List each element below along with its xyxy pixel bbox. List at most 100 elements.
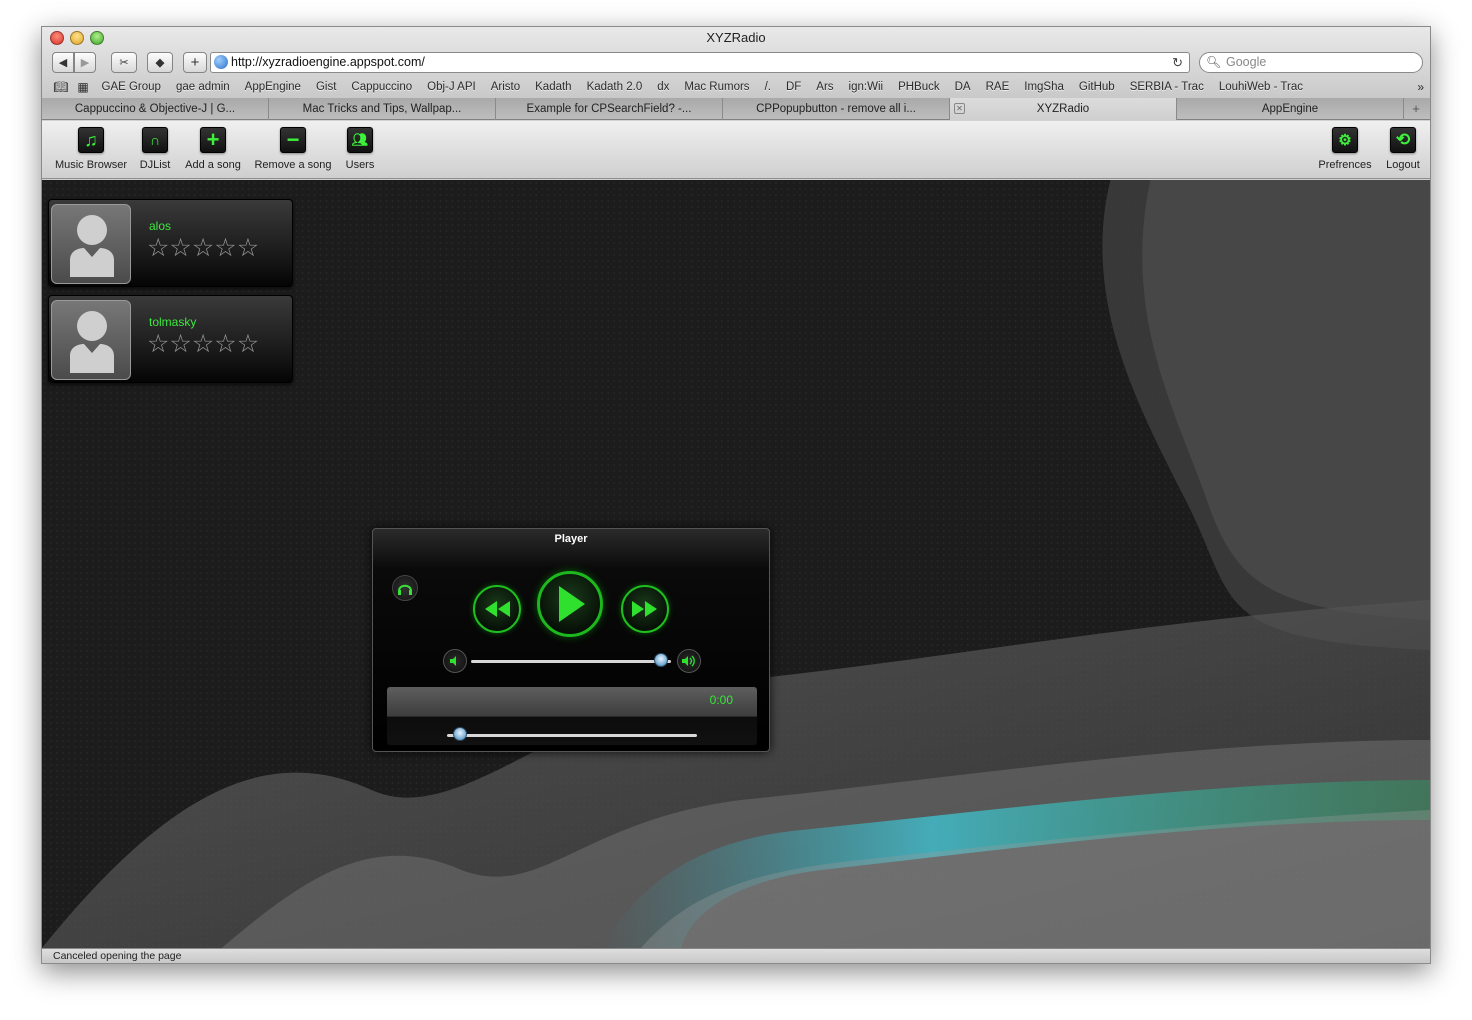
volume-down-button[interactable] — [443, 649, 467, 673]
browser-window: XYZRadio ◀ ▶ ✂ ◆ + http://xyzradioengine… — [41, 26, 1431, 964]
gears-icon: ⚙ — [1332, 127, 1358, 153]
tab-bar: Cappuccino & Objective-J | G... Mac Tric… — [42, 98, 1430, 120]
bookmark-item[interactable]: AppEngine — [237, 81, 308, 93]
app-toolbar: ♫ Music Browser ∩ DJList + Add a song − … — [42, 121, 1430, 179]
rewind-button[interactable] — [473, 585, 521, 633]
close-tab-icon[interactable]: ✕ — [954, 103, 965, 114]
tab-cpsearchfield[interactable]: Example for CPSearchField? -... — [496, 98, 723, 120]
search-field[interactable]: 🔍︎ Google — [1199, 52, 1423, 73]
avatar — [51, 204, 131, 284]
volume-up-button[interactable] — [677, 649, 701, 673]
bookmark-item[interactable]: dx — [650, 81, 677, 93]
bookmark-item[interactable]: Gist — [308, 81, 343, 93]
bookmark-item[interactable]: GAE Group — [94, 81, 168, 93]
reload-icon[interactable]: ↻ — [1172, 53, 1183, 72]
star-icon[interactable]: ☆ — [214, 330, 236, 358]
bookmark-item[interactable]: Ars — [809, 81, 841, 93]
speaker-high-icon — [682, 655, 695, 667]
tab-cppopupbutton[interactable]: CPPopupbutton - remove all i... — [723, 98, 950, 120]
djlist-button[interactable]: ∩ DJList — [138, 127, 172, 177]
bookmark-item[interactable]: PHBuck — [891, 81, 948, 93]
speaker-low-icon — [450, 656, 456, 666]
tab-mac-tricks[interactable]: Mac Tricks and Tips, Wallpap... — [269, 98, 496, 120]
preferences-button[interactable]: ⚙ Prefrences — [1317, 127, 1373, 177]
users-button[interactable]: 👥︎ Users — [343, 127, 377, 177]
djlist-label: DJList — [139, 159, 171, 171]
tab-label: Example for CPSearchField? -... — [526, 103, 692, 115]
bookmark-item[interactable]: SERBIA - Trac — [1122, 81, 1211, 93]
tab-label: AppEngine — [1261, 103, 1319, 115]
avatar — [51, 300, 131, 380]
star-rating[interactable]: ☆☆☆☆☆ — [147, 329, 259, 359]
bookmark-item[interactable]: GitHub — [1071, 81, 1122, 93]
users-icon: 👥︎ — [347, 127, 373, 153]
add-song-button[interactable]: + Add a song — [184, 127, 242, 177]
bookmark-item[interactable]: Kadath 2.0 — [579, 81, 650, 93]
address-bar[interactable]: http://xyzradioengine.appspot.com/ ↻ — [210, 52, 1190, 73]
forward-arrow-icon: ▶ — [80, 57, 90, 69]
star-icon[interactable]: ☆ — [169, 330, 191, 358]
bookmark-item[interactable]: Kadath — [528, 81, 579, 93]
bookmark-item[interactable]: DA — [947, 81, 978, 93]
music-browser-button[interactable]: ♫ Music Browser — [52, 127, 130, 177]
chevron-right-icon[interactable]: » — [1417, 80, 1424, 94]
user-card[interactable]: tolmasky ☆☆☆☆☆ — [48, 295, 293, 383]
seek-slider-knob[interactable] — [452, 727, 467, 741]
play-button[interactable] — [537, 571, 603, 637]
star-rating[interactable]: ☆☆☆☆☆ — [147, 233, 259, 263]
add-bookmark-button[interactable]: + — [183, 52, 207, 73]
tab-label: Cappuccino & Objective-J | G... — [74, 103, 236, 115]
window-title: XYZRadio — [706, 30, 766, 45]
back-button[interactable]: ◀ — [52, 52, 74, 73]
tab-appengine[interactable]: AppEngine — [1177, 98, 1404, 120]
star-icon[interactable]: ☆ — [147, 330, 169, 358]
bookmark-item[interactable]: DF — [778, 81, 808, 93]
star-icon[interactable]: ☆ — [237, 330, 259, 358]
bookmark-item[interactable]: LouhiWeb - Trac — [1211, 81, 1310, 93]
tab-label: XYZRadio — [1036, 103, 1090, 115]
tab-cappuccino[interactable]: Cappuccino & Objective-J | G... — [42, 98, 269, 120]
app-content: alos ☆☆☆☆☆ tolmasky ☆☆☆☆☆ Player 0:00 — [42, 180, 1430, 948]
bookmark-item[interactable]: Cappuccino — [344, 81, 420, 93]
headphones-icon — [398, 584, 412, 595]
evernote-button[interactable]: ◆ — [147, 52, 173, 73]
rewind-icon — [485, 601, 510, 617]
snippet-button[interactable]: ✂ — [111, 52, 137, 73]
star-icon[interactable]: ☆ — [147, 234, 169, 262]
star-icon[interactable]: ☆ — [214, 234, 236, 262]
preferences-label: Prefrences — [1318, 159, 1372, 171]
bookmark-item[interactable]: /. — [757, 81, 778, 93]
fast-forward-button[interactable] — [621, 585, 669, 633]
bookmark-item[interactable]: Mac Rumors — [677, 81, 757, 93]
volume-slider-knob[interactable] — [654, 653, 668, 667]
seek-slider[interactable] — [447, 734, 697, 737]
users-label: Users — [345, 159, 375, 171]
tab-xyzradio[interactable]: ✕ XYZRadio — [950, 98, 1177, 120]
bookmark-item[interactable]: Obj-J API — [420, 81, 484, 93]
star-icon[interactable]: ☆ — [192, 330, 214, 358]
back-arrow-icon: ◀ — [58, 57, 68, 69]
star-icon[interactable]: ☆ — [192, 234, 214, 262]
plus-icon: + — [200, 127, 226, 153]
forward-button[interactable]: ▶ — [74, 52, 96, 73]
headphones-button[interactable] — [392, 575, 418, 601]
user-card[interactable]: alos ☆☆☆☆☆ — [48, 199, 293, 287]
new-tab-button[interactable]: + — [1404, 98, 1428, 119]
book-icon[interactable]: 📖︎ — [50, 80, 72, 94]
logout-button[interactable]: ⟲ Logout — [1385, 127, 1421, 177]
bookmark-item[interactable]: ign:Wii — [841, 81, 891, 93]
remove-song-button[interactable]: − Remove a song — [253, 127, 333, 177]
star-icon[interactable]: ☆ — [237, 234, 259, 262]
bookmark-item[interactable]: gae admin — [168, 81, 237, 93]
scissors-icon: ✂ — [119, 57, 129, 69]
grid-icon[interactable]: ▦ — [72, 80, 94, 94]
search-icon: 🔍︎ — [1206, 55, 1222, 69]
bookmark-item[interactable]: ImgSha — [1017, 81, 1072, 93]
elapsed-time: 0:00 — [709, 693, 733, 707]
music-note-icon: ♫ — [78, 127, 104, 153]
bookmark-item[interactable]: Aristo — [483, 81, 527, 93]
volume-slider[interactable] — [471, 660, 671, 663]
bookmark-item[interactable]: RAE — [978, 81, 1017, 93]
star-icon[interactable]: ☆ — [169, 234, 191, 262]
status-bar: Canceled opening the page — [42, 948, 1430, 963]
